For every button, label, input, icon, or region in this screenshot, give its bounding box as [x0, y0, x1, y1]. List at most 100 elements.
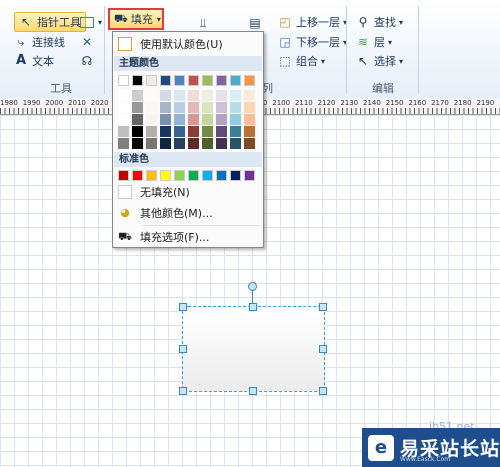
text-tool-button[interactable]: A 文本: [14, 52, 54, 70]
theme-color-tint-swatch[interactable]: [146, 126, 157, 137]
theme-color-tint-swatch[interactable]: [118, 126, 129, 137]
theme-color-swatch[interactable]: [132, 75, 143, 86]
resize-handle-bottom[interactable]: [249, 387, 257, 395]
standard-color-swatch[interactable]: [216, 170, 227, 181]
standard-color-swatch[interactable]: [160, 170, 171, 181]
theme-color-swatch[interactable]: [230, 75, 241, 86]
theme-color-swatch[interactable]: [188, 75, 199, 86]
theme-color-tint-swatch[interactable]: [188, 90, 199, 101]
fill-options-label: 填充选项(F)...: [140, 231, 210, 244]
rectangle-shape-button[interactable]: ▾: [80, 13, 102, 31]
theme-color-tint-swatch[interactable]: [188, 138, 199, 149]
theme-color-tint-swatch[interactable]: [160, 126, 171, 137]
theme-color-tint-swatch[interactable]: [244, 126, 255, 137]
theme-color-tint-swatch[interactable]: [230, 90, 241, 101]
theme-color-tint-swatch[interactable]: [118, 90, 129, 101]
theme-color-tint-swatch[interactable]: [118, 102, 129, 113]
theme-color-swatch[interactable]: [160, 75, 171, 86]
theme-color-swatch[interactable]: [244, 75, 255, 86]
theme-color-swatch[interactable]: [146, 75, 157, 86]
theme-color-tint-swatch[interactable]: [202, 126, 213, 137]
theme-color-tint-swatch[interactable]: [244, 114, 255, 125]
theme-color-tint-swatch[interactable]: [174, 126, 185, 137]
theme-color-tint-swatch[interactable]: [174, 102, 185, 113]
theme-color-tint-swatch[interactable]: [146, 138, 157, 149]
theme-color-tint-swatch[interactable]: [118, 114, 129, 125]
theme-color-tint-swatch[interactable]: [132, 102, 143, 113]
theme-color-tint-swatch[interactable]: [160, 90, 171, 101]
theme-color-tint-swatch[interactable]: [230, 126, 241, 137]
standard-color-swatch[interactable]: [174, 170, 185, 181]
resize-handle-bottom-left[interactable]: [179, 387, 187, 395]
theme-color-tint-swatch[interactable]: [230, 138, 241, 149]
theme-color-tint-swatch[interactable]: [132, 90, 143, 101]
theme-color-tint-swatch[interactable]: [174, 138, 185, 149]
theme-color-tint-swatch[interactable]: [188, 126, 199, 137]
layer-button[interactable]: ≋ 层 ▾: [356, 33, 392, 51]
theme-color-swatch[interactable]: [216, 75, 227, 86]
standard-color-swatch[interactable]: [244, 170, 255, 181]
theme-color-tint-swatch[interactable]: [160, 114, 171, 125]
theme-color-tint-swatch[interactable]: [174, 114, 185, 125]
theme-color-tint-swatch[interactable]: [230, 102, 241, 113]
standard-color-swatch[interactable]: [188, 170, 199, 181]
theme-color-tint-swatch[interactable]: [146, 114, 157, 125]
fill-options-item[interactable]: ⛟ 填充选项(F)...: [114, 228, 262, 246]
resize-handle-top-right[interactable]: [319, 303, 327, 311]
delete-x-button[interactable]: ✕: [80, 33, 98, 51]
bring-forward-button[interactable]: ◰ 上移一层 ▾: [278, 13, 347, 31]
theme-color-tint-swatch[interactable]: [230, 114, 241, 125]
standard-color-swatch[interactable]: [132, 170, 143, 181]
theme-color-tint-swatch[interactable]: [216, 114, 227, 125]
select-button[interactable]: ↖ 选择 ▾: [356, 52, 403, 70]
send-backward-button[interactable]: ◲ 下移一层 ▾: [278, 33, 347, 51]
position-button[interactable]: ▤: [248, 14, 266, 32]
theme-color-swatch[interactable]: [118, 75, 129, 86]
standard-color-swatch[interactable]: [146, 170, 157, 181]
theme-color-tint-swatch[interactable]: [244, 90, 255, 101]
theme-color-tint-swatch[interactable]: [216, 90, 227, 101]
theme-color-tint-swatch[interactable]: [146, 102, 157, 113]
use-default-color-item[interactable]: 使用默认颜色(U): [114, 35, 262, 53]
theme-color-swatch[interactable]: [202, 75, 213, 86]
theme-color-tint-swatch[interactable]: [202, 138, 213, 149]
theme-color-tint-swatch[interactable]: [188, 114, 199, 125]
find-button[interactable]: ⚲ 查找 ▾: [356, 13, 403, 31]
rotation-handle[interactable]: [248, 282, 257, 291]
selected-rectangle-shape[interactable]: [182, 306, 325, 392]
resize-handle-right[interactable]: [319, 345, 327, 353]
pointer-tool-button[interactable]: ↖ 指针工具: [14, 12, 86, 32]
resize-handle-top-left[interactable]: [179, 303, 187, 311]
theme-color-tint-swatch[interactable]: [132, 126, 143, 137]
theme-color-tint-swatch[interactable]: [244, 138, 255, 149]
fill-button[interactable]: ⛟ 填充 ▾: [108, 8, 164, 30]
standard-color-swatch[interactable]: [230, 170, 241, 181]
standard-color-swatch[interactable]: [202, 170, 213, 181]
more-colors-item[interactable]: ◕ 其他颜色(M)...: [114, 204, 262, 222]
resize-handle-left[interactable]: [179, 345, 187, 353]
theme-color-tint-swatch[interactable]: [160, 138, 171, 149]
theme-color-tint-swatch[interactable]: [118, 138, 129, 149]
theme-color-tint-swatch[interactable]: [216, 138, 227, 149]
theme-color-tint-swatch[interactable]: [132, 114, 143, 125]
theme-color-tint-swatch[interactable]: [244, 102, 255, 113]
theme-color-swatch[interactable]: [174, 75, 185, 86]
theme-color-tint-swatch[interactable]: [216, 126, 227, 137]
theme-color-tint-swatch[interactable]: [146, 90, 157, 101]
theme-color-tint-swatch[interactable]: [202, 90, 213, 101]
theme-color-tint-swatch[interactable]: [132, 138, 143, 149]
connection-point-button[interactable]: ☊: [80, 52, 98, 70]
theme-color-tint-swatch[interactable]: [188, 102, 199, 113]
resize-handle-top[interactable]: [249, 303, 257, 311]
theme-color-tint-swatch[interactable]: [174, 90, 185, 101]
align-button[interactable]: ⫫: [196, 14, 214, 32]
standard-color-swatch[interactable]: [118, 170, 129, 181]
theme-color-tint-swatch[interactable]: [202, 114, 213, 125]
no-fill-item[interactable]: 无填充(N): [114, 183, 262, 201]
theme-color-tint-swatch[interactable]: [216, 102, 227, 113]
resize-handle-bottom-right[interactable]: [319, 387, 327, 395]
group-button[interactable]: ⬚ 组合 ▾: [278, 52, 325, 70]
connector-tool-button[interactable]: ⤷ 连接线: [14, 33, 65, 51]
theme-color-tint-swatch[interactable]: [202, 102, 213, 113]
theme-color-tint-swatch[interactable]: [160, 102, 171, 113]
